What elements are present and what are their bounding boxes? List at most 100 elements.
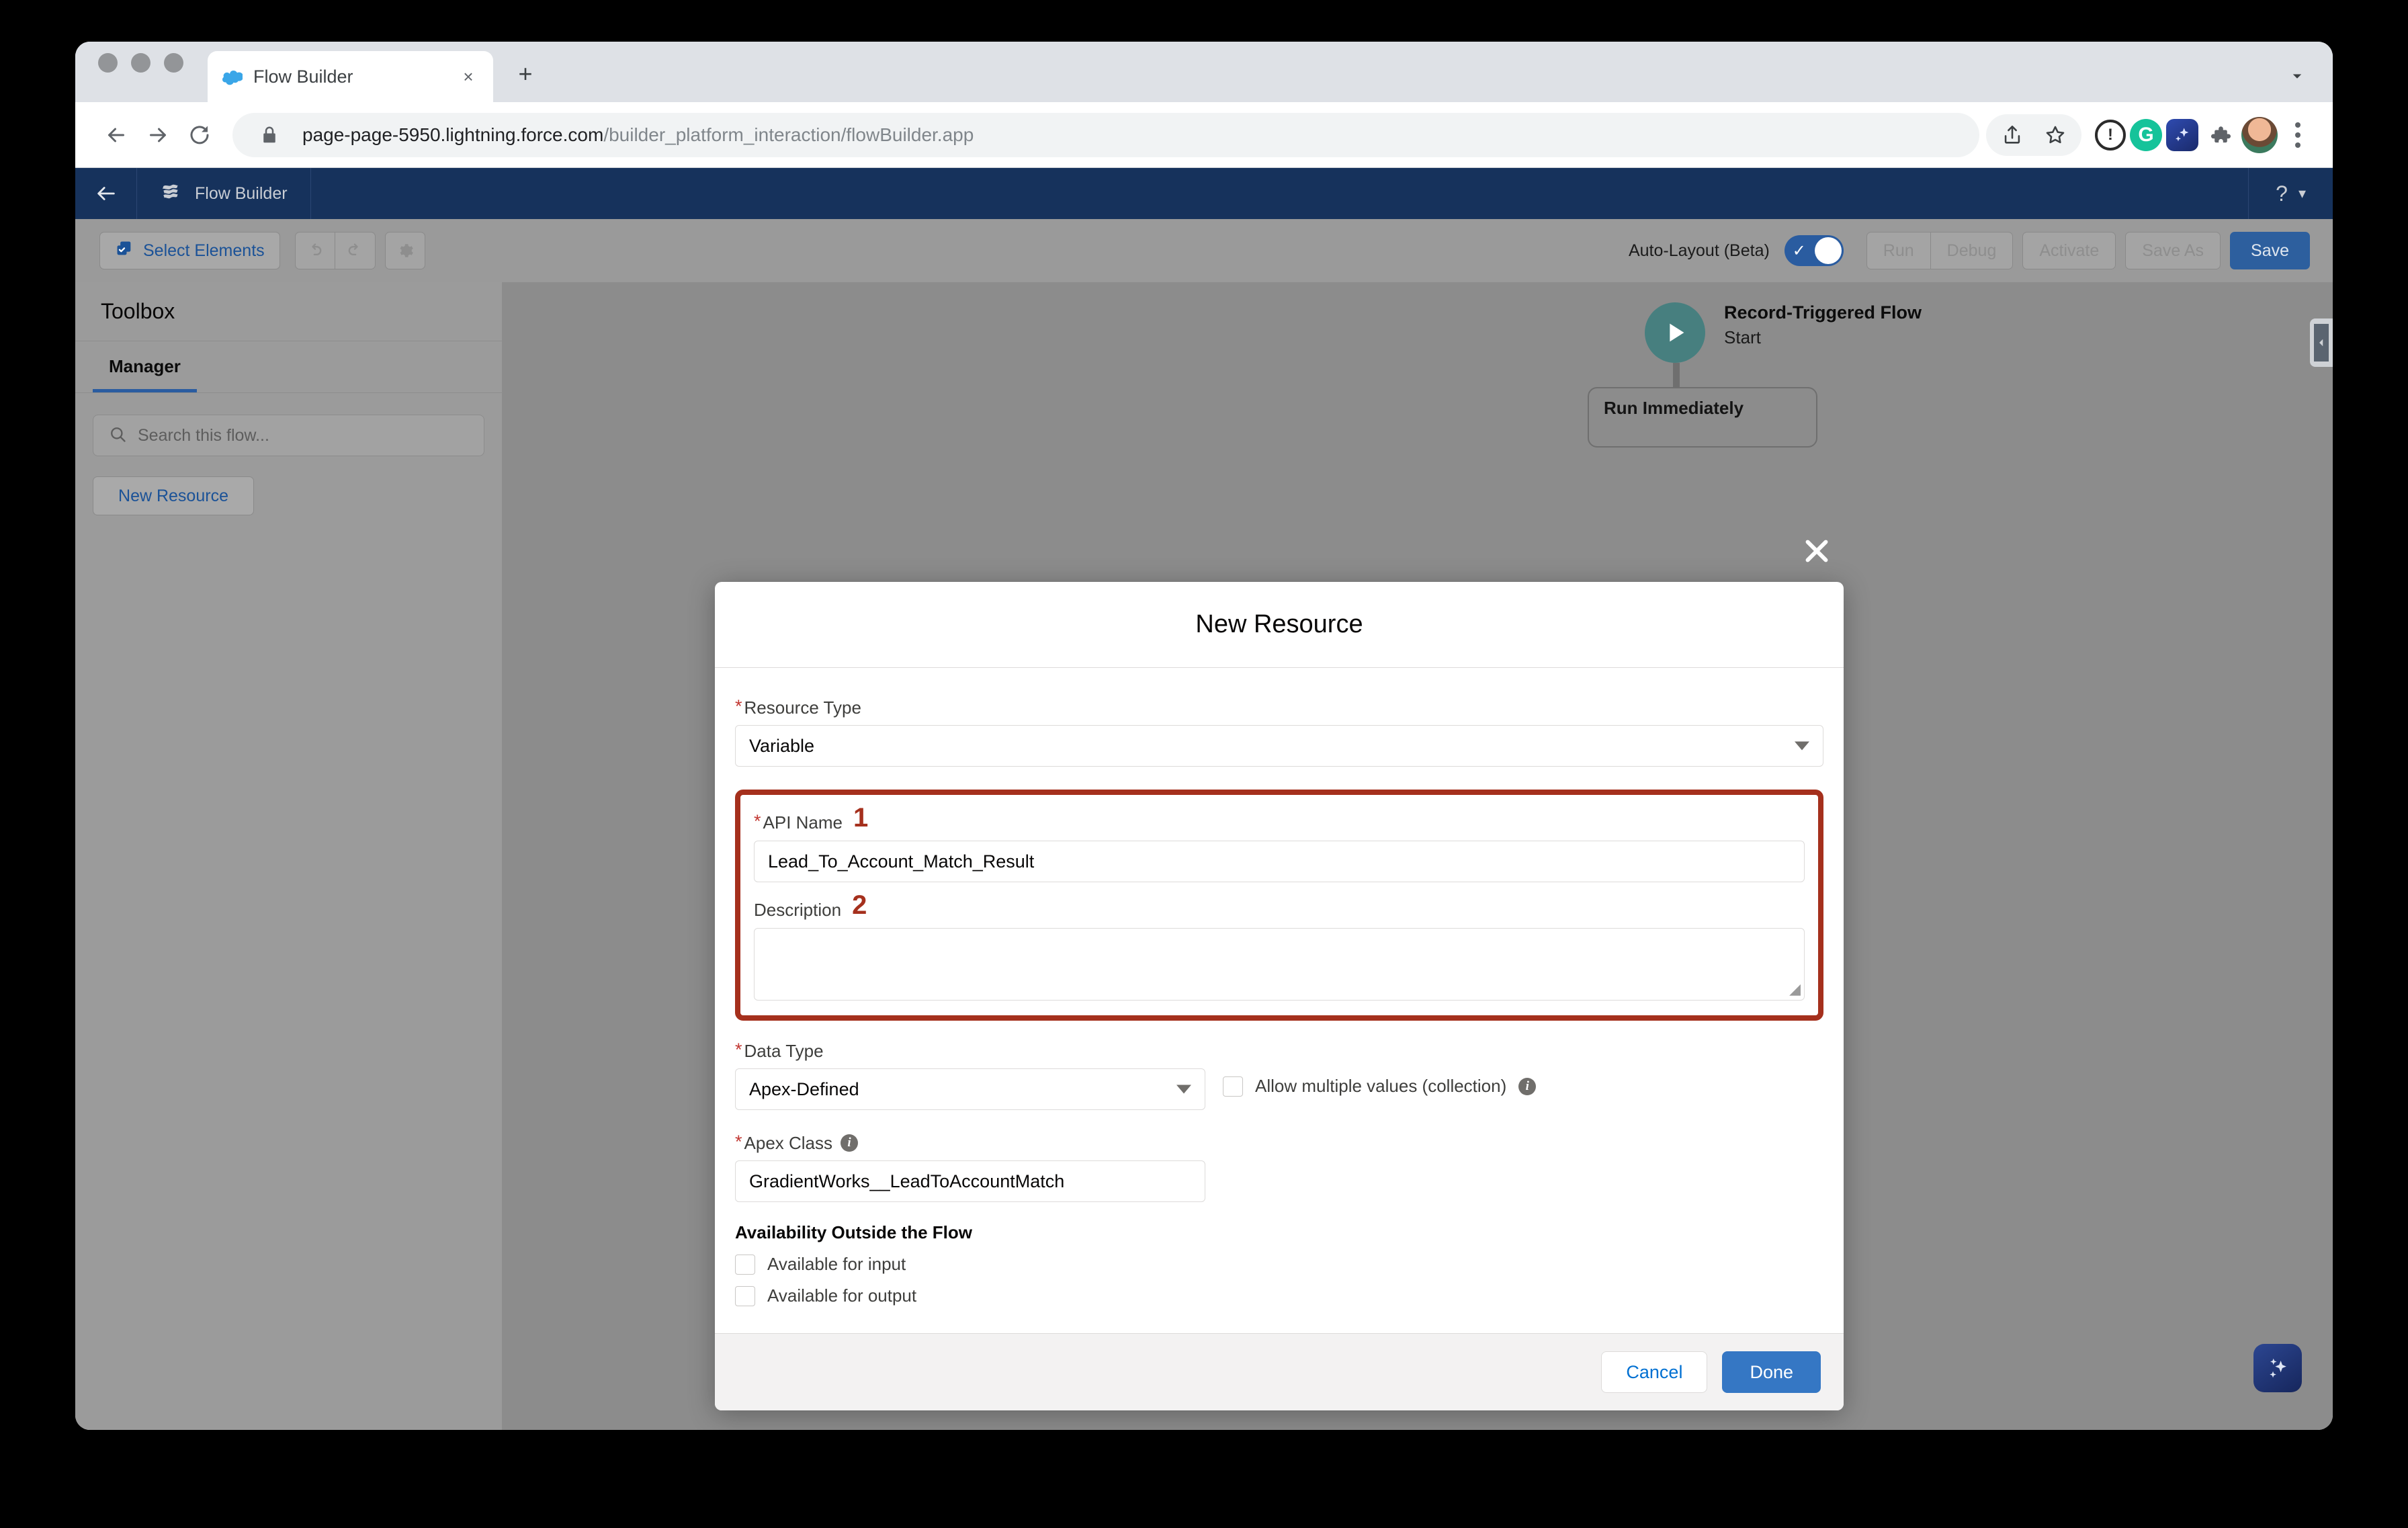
chevron-down-icon <box>1795 742 1809 751</box>
modal-title: New Resource <box>1195 610 1363 639</box>
resize-grip-icon[interactable]: ◢ <box>1789 980 1801 998</box>
data-type-field: * Data Type Apex-Defined <box>735 1041 1205 1110</box>
grammarly-icon[interactable]: G <box>2130 119 2162 151</box>
start-node-title: Record-Triggered Flow <box>1724 302 1922 323</box>
profile-avatar[interactable] <box>2241 117 2278 153</box>
close-icon[interactable]: × <box>458 67 478 87</box>
undo-icon[interactable] <box>295 232 335 269</box>
window-close-button[interactable] <box>98 53 118 73</box>
chevron-down-icon: ▾ <box>2298 185 2306 202</box>
1password-icon[interactable]: ! <box>2095 120 2126 151</box>
window-maximize-button[interactable] <box>164 53 183 73</box>
new-resource-modal: New Resource * Resource Type Variable <box>715 582 1844 1410</box>
browser-tab[interactable]: Flow Builder × <box>208 51 493 102</box>
done-button[interactable]: Done <box>1722 1351 1821 1393</box>
required-asterisk: * <box>754 812 761 831</box>
apex-class-field: * Apex Class i GradientWorks__LeadToAcco… <box>735 1133 1823 1202</box>
share-icon[interactable] <box>1993 116 2032 155</box>
lock-icon <box>250 116 289 155</box>
start-node[interactable]: Record-Triggered Flow Start <box>1645 302 1922 363</box>
select-elements-icon <box>115 239 134 263</box>
close-icon[interactable] <box>1797 531 1837 571</box>
activate-button[interactable]: Activate <box>2022 232 2116 269</box>
save-button[interactable]: Save <box>2230 232 2310 269</box>
new-tab-button[interactable]: + <box>511 59 540 89</box>
description-textarea[interactable]: ◢ <box>754 928 1805 1001</box>
resource-type-label: * Resource Type <box>735 697 1823 718</box>
available-for-output-label: Available for output <box>767 1285 916 1306</box>
select-elements-label: Select Elements <box>143 241 265 261</box>
flow-node[interactable]: Run Immediately <box>1588 387 1817 448</box>
window-traffic-lights <box>98 42 183 102</box>
header-back-button[interactable] <box>75 168 137 219</box>
apex-class-input[interactable]: GradientWorks__LeadToAccountMatch <box>735 1160 1205 1202</box>
auto-layout-label: Auto-Layout (Beta) <box>1629 241 1770 261</box>
url-bar[interactable]: page-page-5950.lightning.force.com/build… <box>232 113 1979 157</box>
resource-type-select[interactable]: Variable <box>735 725 1823 767</box>
data-type-row: * Data Type Apex-Defined Allow multiple … <box>735 1041 1823 1110</box>
required-asterisk: * <box>735 1133 742 1151</box>
toolbox-title: Toolbox <box>75 282 502 341</box>
toolbox-panel: Toolbox Manager Search this flow... New … <box>75 282 503 1430</box>
forward-icon[interactable] <box>137 114 179 156</box>
apex-class-label: * Apex Class i <box>735 1133 1823 1154</box>
required-asterisk: * <box>735 697 742 716</box>
info-icon[interactable]: i <box>1518 1078 1536 1095</box>
modal-header: New Resource <box>715 582 1844 668</box>
data-type-select[interactable]: Apex-Defined <box>735 1068 1205 1110</box>
reload-icon[interactable] <box>179 114 220 156</box>
toolbar-right-group: Auto-Layout (Beta) ✓ Run Debug Activate … <box>1629 232 2310 269</box>
info-icon[interactable]: i <box>841 1134 858 1152</box>
chrome-menu-icon[interactable] <box>2282 117 2314 153</box>
url-text: page-page-5950.lightning.force.com/build… <box>302 124 974 146</box>
resource-type-field: * Resource Type Variable <box>735 697 1823 767</box>
einstein-sparkle-icon[interactable] <box>2253 1344 2302 1392</box>
available-for-input-row: Available for input <box>735 1254 1823 1275</box>
allow-multiple-values-checkbox[interactable] <box>1223 1076 1243 1097</box>
start-play-icon <box>1645 302 1705 363</box>
header-help-menu[interactable]: ? ▾ <box>2248 168 2333 219</box>
ai-sparkle-icon[interactable] <box>2166 119 2198 151</box>
debug-button[interactable]: Debug <box>1931 232 2014 269</box>
redo-icon[interactable] <box>335 232 376 269</box>
new-resource-button[interactable]: New Resource <box>93 476 254 515</box>
browser-tab-strip: Flow Builder × + <box>75 42 2333 102</box>
api-name-input[interactable]: Lead_To_Account_Match_Result <box>754 841 1805 882</box>
chevron-down-icon[interactable] <box>2286 65 2309 87</box>
chevron-left-icon <box>2314 324 2329 362</box>
gear-icon[interactable] <box>385 232 425 269</box>
window-minimize-button[interactable] <box>131 53 150 73</box>
browser-address-bar: page-page-5950.lightning.force.com/build… <box>75 102 2333 168</box>
flow-builder-brand: Flow Builder <box>137 168 311 219</box>
browser-toolbar-icons: ! G <box>1986 114 2314 156</box>
toolbox-tabs: Manager <box>75 341 502 393</box>
browser-tab-title: Flow Builder <box>253 67 447 87</box>
bookmark-star-icon[interactable] <box>2036 116 2075 155</box>
extensions-puzzle-icon[interactable] <box>2202 118 2237 153</box>
back-icon[interactable] <box>95 114 137 156</box>
save-as-button[interactable]: Save As <box>2125 232 2221 269</box>
collapse-right-panel-button[interactable] <box>2310 319 2333 367</box>
flow-builder-header: Flow Builder ? ▾ <box>75 168 2333 219</box>
available-for-input-label: Available for input <box>767 1254 906 1275</box>
available-for-output-checkbox[interactable] <box>735 1286 755 1306</box>
modal-body: * Resource Type Variable * API Name <box>715 668 1844 1333</box>
auto-layout-toggle[interactable]: ✓ <box>1784 235 1844 266</box>
flow-node-label: Run Immediately <box>1589 388 1816 419</box>
omnibox-actions <box>1986 114 2081 156</box>
select-elements-button[interactable]: Select Elements <box>99 232 280 269</box>
available-for-output-row: Available for output <box>735 1285 1823 1306</box>
search-input[interactable]: Search this flow... <box>93 415 484 456</box>
modal-footer: Cancel Done <box>715 1333 1844 1410</box>
allow-multiple-values-label: Allow multiple values (collection) <box>1255 1076 1506 1097</box>
tab-manager[interactable]: Manager <box>93 341 197 392</box>
salesforce-cloud-icon <box>222 67 243 87</box>
run-button[interactable]: Run <box>1866 232 1931 269</box>
cancel-button[interactable]: Cancel <box>1601 1351 1707 1393</box>
help-icon: ? <box>2276 181 2288 206</box>
available-for-input-checkbox[interactable] <box>735 1255 755 1275</box>
start-node-text: Record-Triggered Flow Start <box>1724 302 1922 348</box>
node-connector <box>1673 363 1680 387</box>
allow-multiple-values-row: Allow multiple values (collection) i <box>1223 1076 1536 1097</box>
annotated-highlight-region: * API Name 1 Lead_To_Account_Match_Resul… <box>735 790 1823 1021</box>
